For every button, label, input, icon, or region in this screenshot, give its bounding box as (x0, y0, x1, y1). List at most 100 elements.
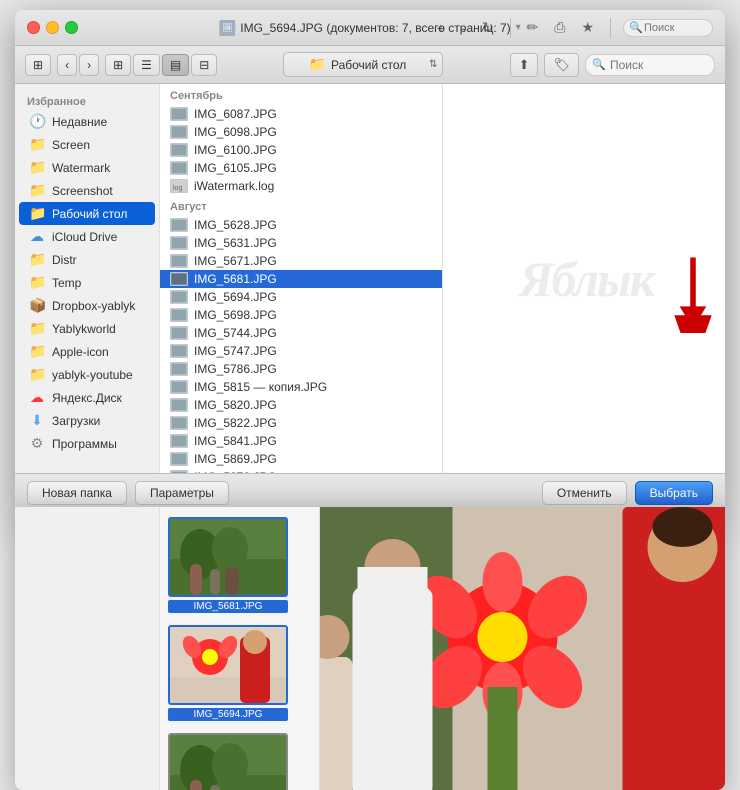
sidebar-item-dropbox[interactable]: 📦 Dropbox-yablyk (19, 294, 155, 317)
file-item[interactable]: IMG_5869.JPG (160, 450, 442, 468)
title-pencil-btn[interactable]: ✏ (523, 17, 543, 38)
file-name: IMG_5631.JPG (194, 236, 277, 250)
sidebar-item-screen[interactable]: 📁 Screen (19, 133, 155, 156)
file-item[interactable]: IMG_6105.JPG (160, 159, 442, 177)
file-item[interactable]: IMG_5822.JPG (160, 414, 442, 432)
tag-btn[interactable]: 🏷 (544, 53, 579, 77)
finder-toolbar: ⊞ ‹ › ⊞ ☰ ▤ ⊟ 📁 Рабочий стол ⇅ ⬆ 🏷 🔍 (15, 46, 725, 84)
params-button[interactable]: Параметры (135, 481, 229, 505)
new-folder-button[interactable]: Новая папка (27, 481, 127, 505)
back-btn[interactable]: ‹ (57, 54, 77, 76)
red-arrow-indicator (663, 253, 723, 333)
thumbnail-image-5681 (168, 517, 288, 597)
sidebar-item-apple-icon[interactable]: 📁 Apple-icon (19, 340, 155, 363)
folder-icon: 📁 (29, 366, 45, 383)
thumbnail-item-5681[interactable]: IMG_5681.JPG (168, 517, 288, 613)
title-star-btn[interactable]: ★ (577, 17, 598, 38)
file-item[interactable]: IMG_5747.JPG (160, 342, 442, 360)
gallery-view-btn[interactable]: ⊟ (191, 54, 217, 76)
sidebar-section-title: Избранное (15, 92, 159, 110)
sidebar-item-watermark[interactable]: 📁 Watermark (19, 156, 155, 179)
forward-btn[interactable]: › (79, 54, 99, 76)
sidebar-item-yablyk[interactable]: 📁 Yablykworld (19, 317, 155, 340)
title-chevron-icon: ▾ (516, 22, 521, 33)
sidebar-item-apps[interactable]: ⚙ Программы (19, 432, 155, 455)
thumbnail-item-5694[interactable]: IMG_5694.JPG (168, 625, 288, 721)
sidebar-toggle-group: ⊞ (25, 54, 51, 76)
file-name: IMG_6087.JPG (194, 107, 277, 121)
confirm-button[interactable]: Выбрать (635, 481, 713, 505)
file-icon: 🖼 (219, 20, 235, 36)
file-item[interactable]: IMG_6087.JPG (160, 105, 442, 123)
sidebar-item-recent[interactable]: 🕐 Недавние (19, 110, 155, 133)
file-thumbnail (170, 254, 188, 268)
title-bar: 🖼 IMG_5694.JPG (документов: 7, всего стр… (15, 10, 725, 46)
file-item[interactable]: IMG_5698.JPG (160, 306, 442, 324)
sidebar-item-screenshot[interactable]: 📁 Screenshot (19, 179, 155, 202)
file-item[interactable]: IMG_5744.JPG (160, 324, 442, 342)
file-item-selected[interactable]: IMG_5681.JPG (160, 270, 442, 288)
file-item[interactable]: IMG_5841.JPG (160, 432, 442, 450)
sidebar-item-temp[interactable]: 📁 Temp (19, 271, 155, 294)
column-view-btn[interactable]: ▤ (162, 54, 189, 76)
list-view-btn[interactable]: ☰ (133, 54, 160, 76)
file-thumbnail (170, 380, 188, 394)
search-wrapper-toolbar: 🔍 (585, 54, 715, 76)
thumbnail-image-5694 (168, 625, 288, 705)
file-thumbnail (170, 308, 188, 322)
thumbnail-label-5681: IMG_5681.JPG (168, 600, 288, 613)
file-item[interactable]: IMG_5631.JPG (160, 234, 442, 252)
search-icon: 🔍 (629, 21, 643, 34)
folder-icon: 📁 (29, 136, 45, 153)
sidebar-item-desktop[interactable]: 📁 Рабочий стол (19, 202, 155, 225)
dropbox-icon: 📦 (29, 297, 45, 314)
file-item[interactable]: IMG_6098.JPG (160, 123, 442, 141)
file-name: IMG_5698.JPG (194, 308, 277, 322)
cancel-button[interactable]: Отменить (542, 481, 627, 505)
file-name: IMG_5744.JPG (194, 326, 277, 340)
thumbnail-item-5681b[interactable]: IMG_5681.JPG (168, 733, 288, 790)
traffic-lights (27, 21, 78, 34)
minimize-button[interactable] (46, 21, 59, 34)
file-item[interactable]: IMG_5628.JPG (160, 216, 442, 234)
file-name: IMG_5822.JPG (194, 416, 277, 430)
main-content: Избранное 🕐 Недавние 📁 Screen 📁 Watermar… (15, 84, 725, 473)
yandex-icon: ☁ (29, 389, 45, 406)
file-thumbnail (170, 362, 188, 376)
file-item[interactable]: IMG_6100.JPG (160, 141, 442, 159)
view-group: ⊞ ☰ ▤ ⊟ (105, 54, 217, 76)
thumbnail-label-5694: IMG_5694.JPG (168, 708, 288, 721)
file-item[interactable]: IMG_5815 — копия.JPG (160, 378, 442, 396)
folder-icon: 📁 (29, 159, 45, 176)
file-name: iWatermark.log (194, 179, 274, 193)
icon-view-btn[interactable]: ⊞ (105, 54, 131, 76)
file-item[interactable]: IMG_5786.JPG (160, 360, 442, 378)
file-thumbnail (170, 416, 188, 430)
file-thumbnail (170, 125, 188, 139)
large-preview-panel (320, 507, 725, 790)
close-button[interactable] (27, 21, 40, 34)
title-share-btn[interactable]: ⎙ (550, 17, 569, 38)
window-title: IMG_5694.JPG (документов: 7, всего стран… (240, 21, 510, 35)
sidebar-toggle-btn[interactable]: ⊞ (25, 54, 51, 76)
location-label: Рабочий стол (331, 58, 406, 72)
sidebar-item-icloud[interactable]: ☁ iCloud Drive (19, 225, 155, 248)
file-item[interactable]: log iWatermark.log (160, 177, 442, 195)
file-item[interactable]: IMG_5694.JPG (160, 288, 442, 306)
maximize-button[interactable] (65, 21, 78, 34)
divider2 (610, 18, 611, 38)
sidebar-item-distr[interactable]: 📁 Distr (19, 248, 155, 271)
file-item[interactable]: IMG_5820.JPG (160, 396, 442, 414)
share-btn[interactable]: ⬆ (510, 53, 539, 77)
sidebar-item-youtube[interactable]: 📁 yablyk-youtube (19, 363, 155, 386)
sidebar-label-watermark: Watermark (52, 161, 110, 175)
sidebar-item-downloads[interactable]: ⬇ Загрузки (19, 409, 155, 432)
thumbnail-strip: IMG_5681.JPG (160, 507, 320, 790)
file-name: IMG_5671.JPG (194, 254, 277, 268)
file-item[interactable]: IMG_5671.JPG (160, 252, 442, 270)
lower-content: IMG_5681.JPG (15, 507, 725, 790)
sidebar-item-yandex[interactable]: ☁ Яндекс.Диск (19, 386, 155, 409)
sidebar-label-desktop: Рабочий стол (52, 207, 127, 221)
finder-dialog-window: 🖼 IMG_5694.JPG (документов: 7, всего стр… (15, 10, 725, 511)
location-selector[interactable]: 📁 Рабочий стол ⇅ (283, 52, 443, 77)
